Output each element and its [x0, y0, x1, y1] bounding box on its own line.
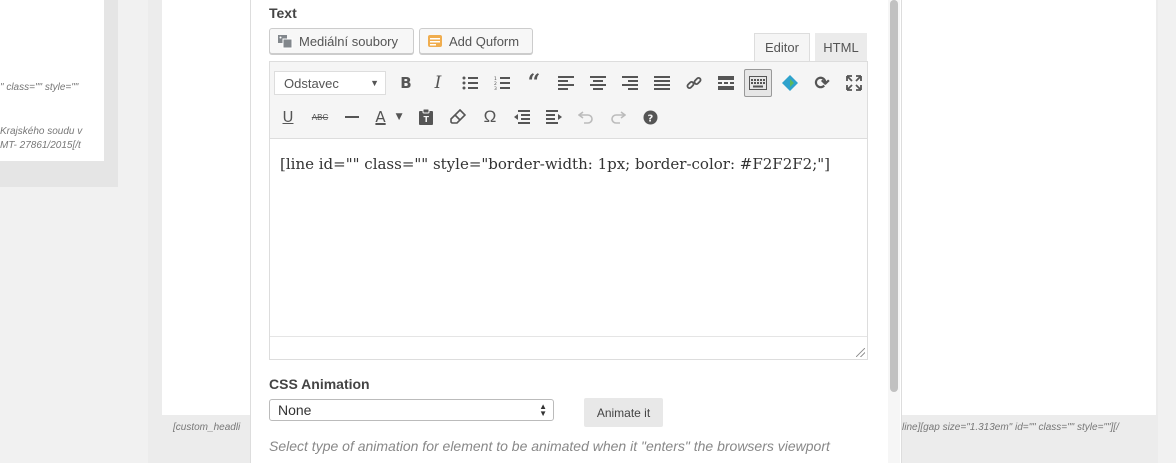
media-files-button[interactable]: Mediální soubory: [269, 28, 414, 54]
format-select-value: Odstavec: [284, 75, 339, 91]
select-arrows-icon: ▲ ▼: [539, 402, 547, 418]
horizontal-line-icon[interactable]: [338, 103, 366, 131]
blockquote-icon[interactable]: “: [520, 69, 548, 97]
fullscreen-icon[interactable]: [840, 69, 868, 97]
justify-icon[interactable]: [648, 69, 676, 97]
css-animation-select[interactable]: None ▲ ▼: [269, 399, 554, 421]
editor-statusbar: [270, 336, 867, 359]
editor-toolbar: Odstavec ▼ B I 123 “ ⟳ U ABC A ▼ T Ω ?: [270, 62, 867, 139]
read-more-icon[interactable]: [712, 69, 740, 97]
refresh-icon[interactable]: ⟳: [808, 69, 836, 97]
italic-icon[interactable]: I: [424, 69, 452, 97]
rich-text-editor: Odstavec ▼ B I 123 “ ⟳ U ABC A ▼ T Ω ? […: [269, 61, 868, 360]
svg-text:T: T: [424, 115, 430, 124]
indent-icon[interactable]: [540, 103, 568, 131]
media-icon: [277, 33, 293, 49]
tab-editor[interactable]: Editor: [754, 33, 810, 61]
numbered-list-icon[interactable]: 123: [488, 69, 516, 97]
toolbar-toggle-icon[interactable]: [744, 69, 772, 97]
tab-html[interactable]: HTML: [815, 33, 867, 61]
align-center-icon[interactable]: [584, 69, 612, 97]
align-right-icon[interactable]: [616, 69, 644, 97]
align-left-icon[interactable]: [552, 69, 580, 97]
text-color-icon[interactable]: A ▼: [370, 103, 408, 131]
quform-icon: [427, 33, 443, 49]
bullet-list-icon[interactable]: [456, 69, 484, 97]
background-snippet: Krajského soudu v: [0, 126, 83, 137]
undo-icon[interactable]: [572, 103, 600, 131]
resize-handle-icon[interactable]: [856, 348, 865, 357]
animate-it-button[interactable]: Animate it: [584, 398, 663, 427]
plugin-icon[interactable]: [776, 69, 804, 97]
svg-text:3: 3: [494, 86, 497, 90]
underline-icon[interactable]: U: [274, 103, 302, 131]
link-icon[interactable]: [680, 69, 708, 97]
modal-scroll-thumb[interactable]: [890, 0, 898, 392]
background-shortcode-right: line][gap size="1.313em" id="" class="" …: [902, 422, 1119, 433]
format-select[interactable]: Odstavec ▼: [274, 71, 386, 95]
redo-icon[interactable]: [604, 103, 632, 131]
special-character-icon[interactable]: Ω: [476, 103, 504, 131]
background-snippet: " class="" style="": [0, 82, 79, 93]
css-animation-help: Select type of animation for element to …: [269, 438, 830, 454]
background-shortcode-left: [custom_headli: [173, 422, 241, 433]
css-animation-label: CSS Animation: [269, 376, 370, 392]
css-animation-value: None: [278, 402, 312, 418]
strikethrough-icon[interactable]: ABC: [306, 103, 334, 131]
caret-down-icon: ▼: [370, 78, 379, 88]
outdent-icon[interactable]: [508, 103, 536, 131]
editor-content[interactable]: [line id="" class="" style="border-width…: [280, 155, 830, 173]
bold-icon[interactable]: B: [392, 69, 420, 97]
svg-text:?: ?: [647, 113, 653, 124]
background-snippet: MT- 27861/2015[/t: [0, 140, 81, 151]
paste-text-icon[interactable]: T: [412, 103, 440, 131]
help-icon[interactable]: ?: [636, 103, 664, 131]
text-field-label: Text: [269, 5, 297, 21]
add-quform-button[interactable]: Add Quform: [419, 28, 533, 54]
add-quform-label: Add Quform: [449, 33, 520, 49]
media-files-label: Mediální soubory: [299, 33, 398, 49]
clear-formatting-icon[interactable]: [444, 103, 472, 131]
